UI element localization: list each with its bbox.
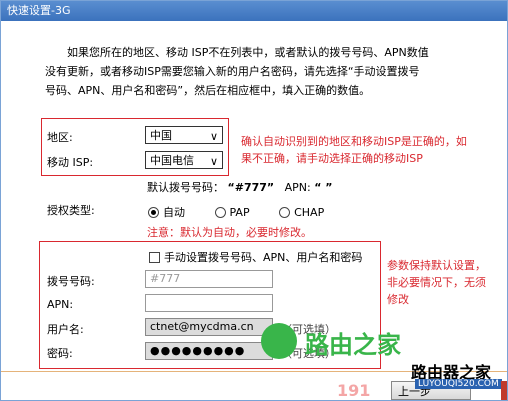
default-apn-value: “ ” <box>314 181 333 194</box>
chevron-down-icon: ∨ <box>209 130 218 143</box>
auth-option-pap[interactable]: PAP <box>214 206 250 219</box>
logo-circle-icon <box>261 323 297 359</box>
apn-input[interactable] <box>145 294 273 312</box>
logo-watermark-text: 路由之家 <box>305 331 401 359</box>
isp-select[interactable]: 中国电信 ∨ <box>145 151 223 169</box>
chevron-down-icon: ∨ <box>209 155 218 168</box>
window-title: 快速设置-3G <box>1 1 507 21</box>
intro-line-1: 如果您所在的地区、移动 ISP不在列表中，或者默认的拨号号码、APN数值 <box>67 46 429 59</box>
auth-label: 授权类型: <box>47 204 95 217</box>
radio-icon <box>279 207 291 218</box>
intro-line-3: 号码、APN、用户名和密码”，然后在相应框中，填入正确的数值。 <box>45 84 371 97</box>
auth-option-chap[interactable]: CHAP <box>279 206 324 219</box>
region-note-line-2: 果不正确，请手动选择正确的移动ISP <box>241 152 423 165</box>
manual-checkbox-row[interactable]: 手动设置拨号号码、APN、用户名和密码 <box>149 249 362 265</box>
auth-note: 注意：默认为自动，必要时修改。 <box>147 226 312 239</box>
manual-note-line-1: 参数保持默认设置， <box>387 259 486 272</box>
radio-icon <box>214 207 226 218</box>
manual-note-line-2: 非必要情况下，无须 <box>387 276 486 289</box>
apn-label: APN: <box>47 298 74 311</box>
dial-number-input[interactable]: #777 <box>145 270 273 288</box>
username-label: 用户名: <box>47 323 84 336</box>
auth-option-auto[interactable]: 自动 <box>148 206 185 219</box>
manual-note: 参数保持默认设置， 非必要情况下，无须 修改 <box>387 257 499 308</box>
dial-number-label: 拨号号码: <box>47 275 95 288</box>
url-watermark: LUYOUQI520.COM <box>415 379 502 389</box>
auth-option-auto-label: 自动 <box>163 206 185 219</box>
region-label: 地区: <box>47 131 73 144</box>
auth-options: 自动 PAP CHAP <box>148 204 324 220</box>
default-apn-label: APN: <box>284 181 311 194</box>
next-button-edge[interactable] <box>501 381 507 400</box>
region-select[interactable]: 中国 ∨ <box>145 126 223 144</box>
quick-setup-window: 快速设置-3G 如果您所在的地区、移动 ISP不在列表中，或者默认的拨号号码、A… <box>0 0 508 401</box>
password-label: 密码: <box>47 347 73 360</box>
manual-checkbox[interactable] <box>149 252 160 263</box>
default-dial-number: “#777” <box>227 181 275 194</box>
auth-option-pap-label: PAP <box>229 206 250 219</box>
intro-text: 如果您所在的地区、移动 ISP不在列表中，或者默认的拨号号码、APN数值 没有更… <box>45 43 465 100</box>
manual-checkbox-label: 手动设置拨号号码、APN、用户名和密码 <box>164 251 363 264</box>
username-input[interactable]: ctnet@mycdma.cn <box>145 318 273 336</box>
isp-label: 移动 ISP: <box>47 156 94 169</box>
password-input[interactable]: ●●●●●●●●● <box>145 342 273 360</box>
default-dial-label: 默认拨号号码： <box>147 181 224 194</box>
number-watermark: 191 <box>337 381 371 400</box>
region-note-line-1: 确认自动识别到的地区和移动ISP是正确的，如 <box>241 135 467 148</box>
manual-note-line-3: 修改 <box>387 293 409 306</box>
isp-select-value: 中国电信 <box>150 154 194 167</box>
radio-selected-icon <box>148 207 159 218</box>
region-select-value: 中国 <box>150 129 172 142</box>
intro-line-2: 没有更新，或者移动ISP需要您输入新的用户名密码，请先选择“手动设置拨号 <box>45 65 420 78</box>
default-dial-row: 默认拨号号码： “#777” APN: “ ” <box>147 179 333 195</box>
region-note: 确认自动识别到的地区和移动ISP是正确的，如 果不正确，请手动选择正确的移动IS… <box>241 133 503 167</box>
auth-option-chap-label: CHAP <box>294 206 325 219</box>
